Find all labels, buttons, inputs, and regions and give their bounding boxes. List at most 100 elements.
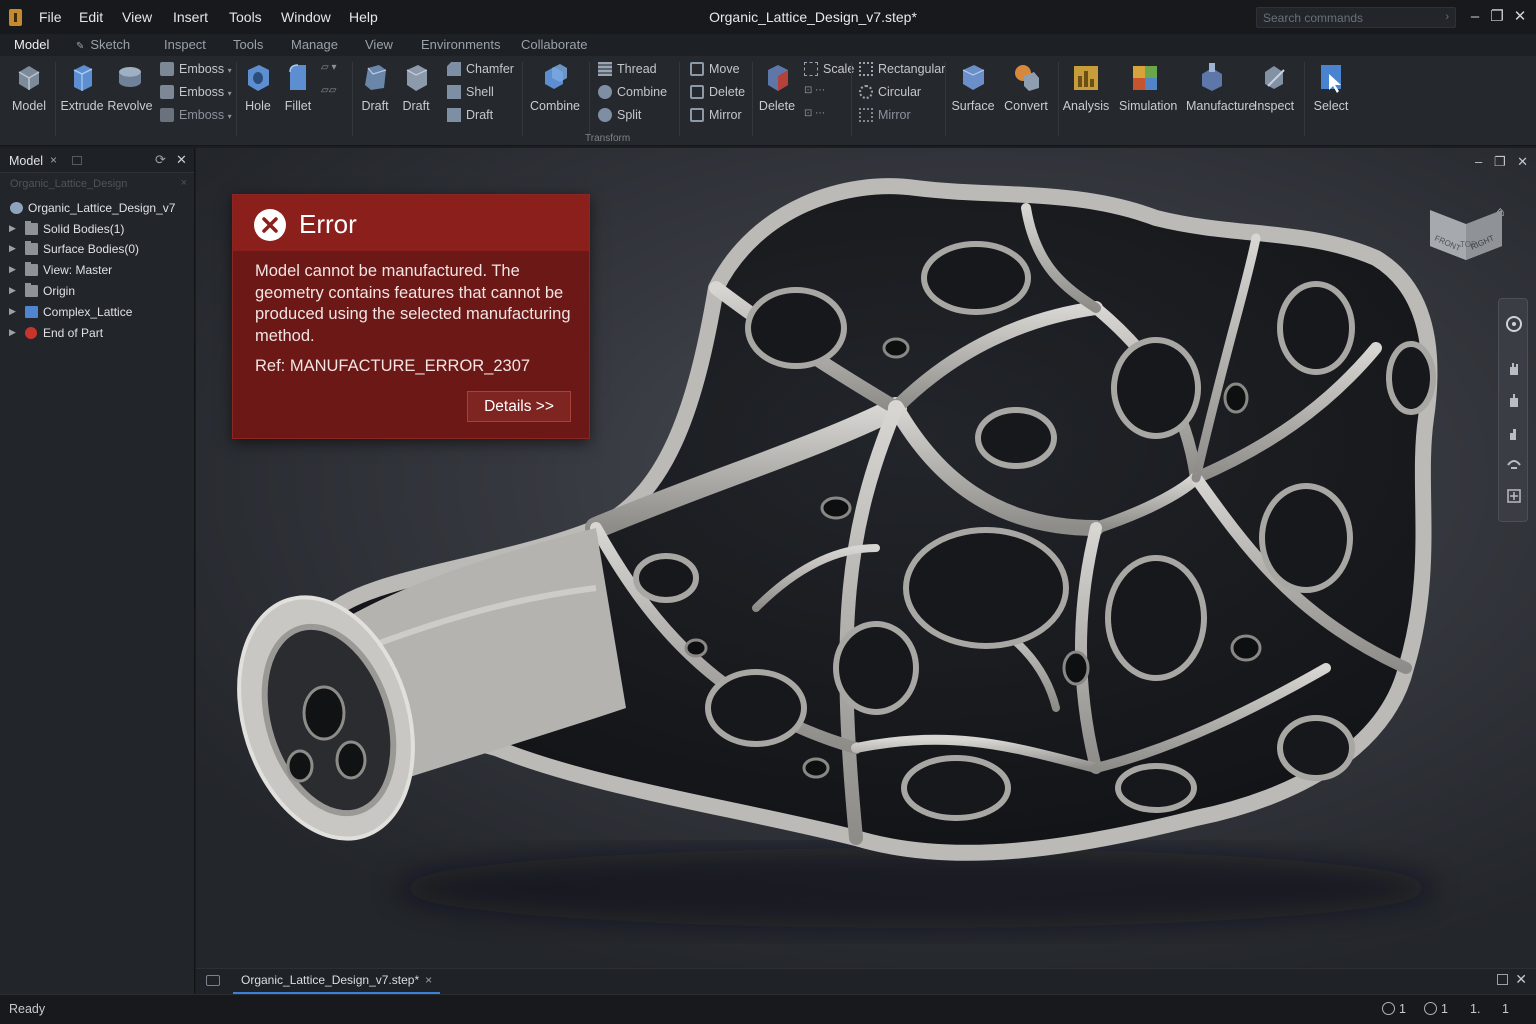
tab-inspect[interactable]: Inspect xyxy=(164,37,206,52)
tab-collaborate[interactable]: Collaborate xyxy=(521,37,588,52)
select-button[interactable]: Select xyxy=(1305,60,1357,113)
chamfer-button[interactable]: Chamfer xyxy=(447,62,514,82)
scale-option-1[interactable]: ⊡ ⋯ xyxy=(804,85,825,105)
model-button[interactable]: Model xyxy=(3,60,55,113)
mirror-button[interactable]: Mirror xyxy=(690,108,742,128)
manufacture-button[interactable]: Manufacture xyxy=(1186,60,1255,113)
menu-insert[interactable]: Insert xyxy=(173,9,208,25)
menu-tools[interactable]: Tools xyxy=(229,9,262,25)
tab-environments[interactable]: Environments xyxy=(421,37,500,52)
small-tool-1[interactable]: ▱ ▾ xyxy=(321,62,337,82)
look-icon[interactable] xyxy=(1505,455,1523,473)
emboss-button-1[interactable]: Emboss ▾ xyxy=(160,62,232,82)
convert-button[interactable]: Convert xyxy=(1000,60,1052,113)
tree-item-origin[interactable]: ▶ Origin xyxy=(0,282,194,302)
scale-option-icon: ⊡ ⋯ xyxy=(804,85,826,96)
move-button[interactable]: Move xyxy=(690,62,740,82)
expand-arrow-icon[interactable]: ▶ xyxy=(9,285,16,296)
expand-arrow-icon[interactable]: ▶ xyxy=(9,306,16,317)
scale-button[interactable]: Scale xyxy=(804,62,854,82)
simulation-button[interactable]: Simulation xyxy=(1119,60,1177,113)
tab-sketch[interactable]: ✎ Sketch xyxy=(76,37,130,52)
revolve-button[interactable]: Revolve xyxy=(104,60,156,113)
tab-tools[interactable]: Tools xyxy=(233,37,263,52)
model-icon xyxy=(18,66,40,90)
orbit-icon[interactable] xyxy=(1505,425,1523,443)
tab-view[interactable]: View xyxy=(365,37,393,52)
fillet-button[interactable]: Fillet xyxy=(272,60,324,113)
maximize-button[interactable]: ❐ xyxy=(1488,8,1506,26)
details-button[interactable]: Details >> xyxy=(467,391,571,422)
tree-item-solid-bodies[interactable]: ▶ Solid Bodies(1) xyxy=(0,220,194,240)
menu-edit[interactable]: Edit xyxy=(79,9,103,25)
select-cursor-icon xyxy=(1321,65,1341,93)
part-icon xyxy=(10,202,23,214)
tree-item-complex-lattice[interactable]: ▶ Complex_Lattice xyxy=(0,303,194,323)
steering-wheel-icon[interactable] xyxy=(1505,315,1523,333)
close-panel-icon[interactable]: ✕ xyxy=(176,152,187,168)
expand-arrow-icon[interactable]: ▶ xyxy=(9,243,16,254)
small-tool-2[interactable]: ▱▱ xyxy=(321,85,336,105)
thread-button[interactable]: Thread xyxy=(598,62,657,82)
mirror-pattern-button[interactable]: Mirror xyxy=(859,108,911,128)
draft-icon xyxy=(365,65,387,90)
close-window-button[interactable]: ✕ xyxy=(1511,8,1529,26)
tree-item-root[interactable]: Organic_Lattice_Design_v7 xyxy=(0,199,194,219)
menu-file[interactable]: File xyxy=(39,9,62,25)
tree-item-label: Organic_Lattice_Design_v7 xyxy=(28,201,176,215)
app-logo-icon[interactable] xyxy=(9,9,22,26)
draft-button-3[interactable]: Draft xyxy=(447,108,493,128)
tree-item-view-master[interactable]: ▶ View: Master xyxy=(0,261,194,281)
minimize-button[interactable]: – xyxy=(1466,8,1484,26)
circular-pattern-button[interactable]: Circular xyxy=(859,85,921,105)
document-tab[interactable]: Organic_Lattice_Design_v7.step* × xyxy=(233,969,441,994)
refresh-icon[interactable]: ⟳ xyxy=(155,152,166,168)
status-counter-value: 1 xyxy=(1441,1002,1448,1016)
scale-label: Scale xyxy=(823,62,855,76)
draft-button-2[interactable]: Draft xyxy=(390,60,442,113)
restore-document-icon[interactable] xyxy=(1497,974,1508,985)
menu-help[interactable]: Help xyxy=(349,9,378,25)
inspect-button[interactable]: Inspect xyxy=(1248,60,1300,113)
clear-filter-icon[interactable]: × xyxy=(181,177,187,189)
fillet-label: Fillet xyxy=(284,99,312,113)
expand-arrow-icon[interactable]: ▶ xyxy=(9,327,16,338)
delete-big-button[interactable]: Delete xyxy=(751,60,803,113)
analysis-button[interactable]: Analysis xyxy=(1060,60,1112,113)
simulation-icon xyxy=(1133,66,1157,90)
surface-button[interactable]: Surface xyxy=(947,60,999,113)
combine-button[interactable]: Combine xyxy=(529,60,581,113)
transform-group-label: Transform xyxy=(585,133,631,144)
folder-icon xyxy=(25,221,38,235)
search-commands[interactable]: › xyxy=(1256,7,1456,28)
close-document-icon[interactable]: × xyxy=(425,973,432,987)
emboss-button-2[interactable]: Emboss ▾ xyxy=(160,85,232,105)
emboss-button-3[interactable]: Emboss ▾ xyxy=(160,108,232,128)
browser-filter[interactable]: Organic_Lattice_Design × xyxy=(6,177,189,193)
document-list-icon[interactable] xyxy=(206,975,220,986)
panel-tab-icon[interactable] xyxy=(72,156,82,165)
convert-label: Convert xyxy=(1004,99,1048,113)
menu-window[interactable]: Window xyxy=(281,9,331,25)
split-button[interactable]: Split xyxy=(598,108,641,128)
expand-arrow-icon[interactable]: ▶ xyxy=(9,264,16,275)
menu-view[interactable]: View xyxy=(122,9,152,25)
expand-arrow-icon[interactable]: ▶ xyxy=(9,223,16,234)
shell-button[interactable]: Shell xyxy=(447,85,494,105)
rectangular-pattern-button[interactable]: Rectangular xyxy=(859,62,945,82)
tree-item-end-of-part[interactable]: ▶ End of Part xyxy=(0,324,194,344)
tab-model[interactable]: Model xyxy=(14,37,49,52)
scale-option-2[interactable]: ⊡ ⋯ xyxy=(804,108,825,128)
pan-hand-icon[interactable] xyxy=(1505,359,1523,377)
search-input[interactable] xyxy=(1257,8,1455,27)
tab-manage[interactable]: Manage xyxy=(291,37,338,52)
fit-view-icon[interactable] xyxy=(1505,487,1523,505)
close-tab-icon[interactable]: × xyxy=(50,153,57,167)
extrude-button[interactable]: Extrude xyxy=(56,60,108,113)
view-cube[interactable]: ⌂ TOP FRONT RIGHT xyxy=(1426,188,1506,278)
tree-item-surface-bodies[interactable]: ▶ Surface Bodies(0) xyxy=(0,240,194,260)
zoom-icon[interactable] xyxy=(1505,391,1523,409)
delete-button[interactable]: Delete xyxy=(690,85,745,105)
combine-small-button[interactable]: Combine xyxy=(598,85,667,105)
close-all-documents-icon[interactable]: ✕ xyxy=(1515,971,1527,988)
